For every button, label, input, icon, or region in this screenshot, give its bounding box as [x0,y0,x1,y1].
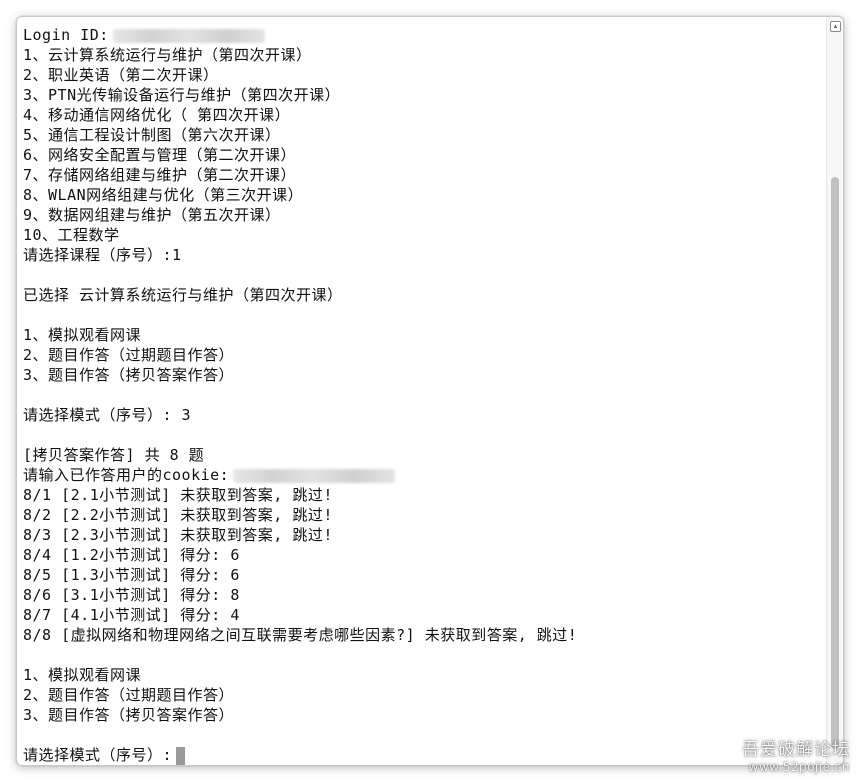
terminal-line: 8、WLAN网络组建与优化（第三次开课） [23,186,304,204]
text-cursor [176,746,186,765]
cookie-prompt-line: 请输入已作答用户的cookie: [23,465,396,485]
terminal-line: 2、题目作答（过期题目作答） [23,346,235,364]
terminal-line: 8/6 [3.1小节测试] 得分: 8 [23,586,240,604]
terminal-output[interactable]: Login ID: 1、云计算系统运行与维护（第四次开课） 2、职业英语（第二次… [23,17,823,765]
cookie-prompt: 请输入已作答用户的cookie: [23,466,230,484]
terminal-line: 3、PTN光传输设备运行与维护（第四次开课） [23,86,341,104]
terminal-line: 请选择模式（序号）: 3 [23,406,192,424]
terminal-line: 8/2 [2.2小节测试] 未获取到答案, 跳过! [23,506,333,524]
scrollbar-thumb[interactable] [831,177,839,749]
terminal-line: 5、通信工程设计制图（第六次开课） [23,126,281,144]
terminal-line: 2、题目作答（过期题目作答） [23,686,235,704]
terminal-line: 已选择 云计算系统运行与维护（第四次开课） [23,286,343,304]
terminal-line: 4、移动通信网络优化（ 第四次开课） [23,106,291,124]
terminal-line: 8/4 [1.2小节测试] 得分: 6 [23,546,240,564]
terminal-line: 9、数据网组建与维护（第五次开课） [23,206,281,224]
terminal-line: 2、职业英语（第二次开课） [23,66,219,84]
terminal-line: 3、题目作答（拷贝答案作答） [23,706,235,724]
terminal-line: 1、模拟观看网课 [23,326,142,344]
terminal-line: 8/8 [虚拟网络和物理网络之间互联需要考虑哪些因素?] 未获取到答案, 跳过! [23,626,578,644]
terminal-line: 8/1 [2.1小节测试] 未获取到答案, 跳过! [23,486,333,504]
terminal-line: 6、网络安全配置与管理（第二次开课） [23,146,297,164]
terminal-line: 7、存储网络组建与维护（第二次开课） [23,166,297,184]
mode-prompt: 请选择模式（序号）: [23,746,173,764]
login-id-line: Login ID: [23,25,265,45]
terminal-line: 1、模拟观看网课 [23,666,142,684]
terminal-line: 8/3 [2.3小节测试] 未获取到答案, 跳过! [23,526,333,544]
login-id-label: Login ID: [23,26,109,44]
input-prompt-line[interactable]: 请选择模式（序号）: [23,745,186,765]
terminal-line: 8/7 [4.1小节测试] 得分: 4 [23,606,240,624]
redacted-login-id [112,28,265,43]
terminal-window: Login ID: 1、云计算系统运行与维护（第四次开课） 2、职业英语（第二次… [16,16,844,766]
terminal-line: 8/5 [1.3小节测试] 得分: 6 [23,566,240,584]
screenshot-frame: Login ID: 1、云计算系统运行与维护（第四次开课） 2、职业英语（第二次… [0,0,858,780]
terminal-line: 10、工程数学 [23,226,120,244]
redacted-cookie [233,468,396,483]
terminal-line: 3、题目作答（拷贝答案作答） [23,366,235,384]
vertical-scrollbar[interactable]: ▴ [826,17,843,765]
scroll-up-icon[interactable]: ▴ [830,21,841,32]
terminal-line: 请选择课程（序号）:1 [23,246,182,264]
terminal-line: 1、云计算系统运行与维护（第四次开课） [23,46,312,64]
terminal-line: [拷贝答案作答] 共 8 题 [23,446,205,464]
